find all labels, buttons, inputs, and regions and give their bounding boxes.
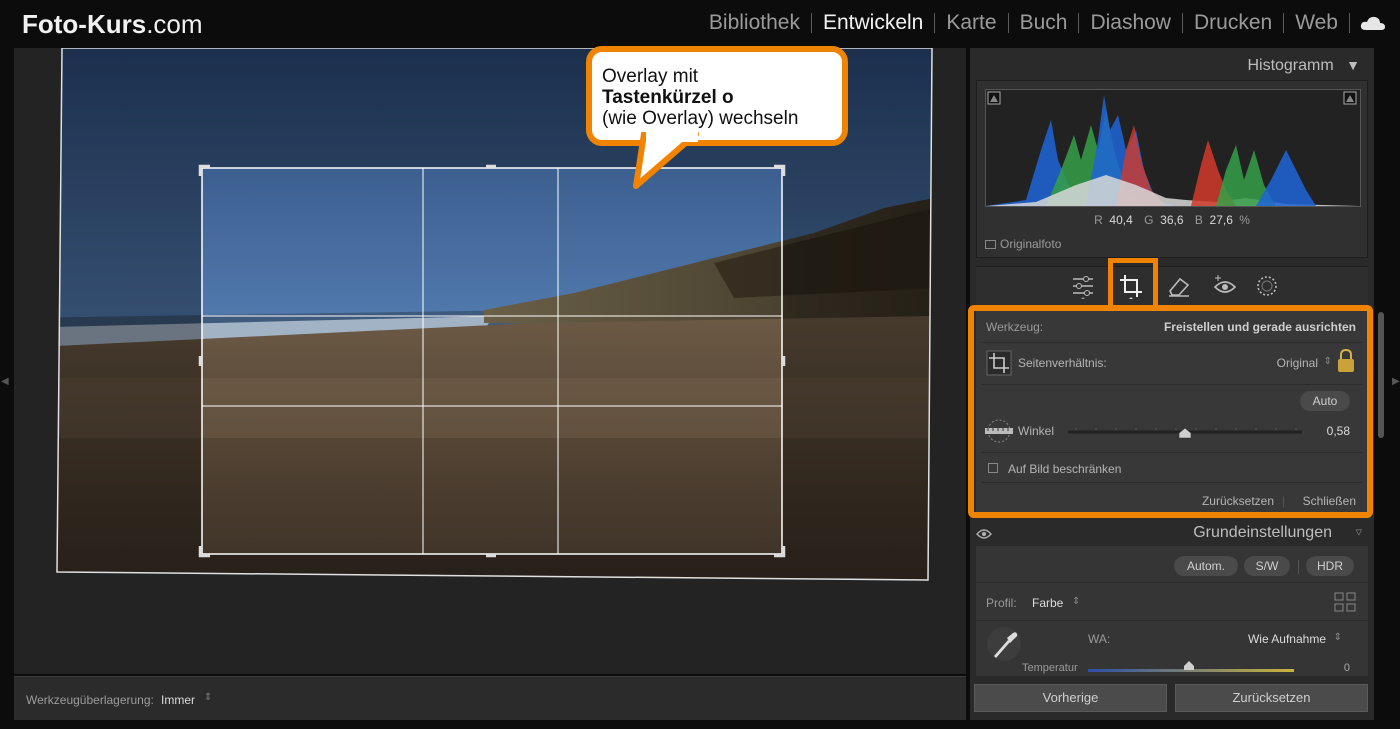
constrain-label: Auf Bild beschränken <box>1008 462 1122 476</box>
hdr-button[interactable]: HDR <box>1306 556 1354 576</box>
angle-value[interactable]: 0,58 <box>1327 424 1350 438</box>
action-separator: | <box>1281 494 1285 508</box>
updown-icon[interactable]: ⇕ <box>204 692 212 703</box>
panel-scrollbar[interactable] <box>1378 312 1384 438</box>
callout-line-1: Overlay mit <box>602 66 699 87</box>
basic-panel: Autom. S/W HDR Profil: Farbe ⇕ WA: Wie A… <box>976 546 1368 676</box>
aspect-select[interactable]: Original <box>1277 356 1318 370</box>
crop-close-button[interactable]: Schließen <box>1303 494 1356 508</box>
module-separator <box>1349 13 1350 33</box>
module-karte[interactable]: Karte <box>935 11 1007 35</box>
basic-title: Grundeinstellungen <box>1193 524 1332 541</box>
checkbox-icon[interactable] <box>988 463 998 473</box>
brand-logo: Foto-Kurs.com <box>22 9 203 40</box>
nav-buttons: Vorherige Zurücksetzen <box>974 684 1370 712</box>
wb-label: WA: <box>1088 632 1111 646</box>
histogram-header[interactable]: Histogramm ▼ <box>1247 57 1360 75</box>
original-photo-toggle[interactable]: Originalfoto <box>985 237 1061 251</box>
temperature-label: Temperatur <box>1022 662 1078 674</box>
previous-button[interactable]: Vorherige <box>974 684 1167 712</box>
checkbox-icon[interactable] <box>985 239 996 249</box>
eraser-icon[interactable] <box>1166 273 1192 299</box>
original-photo-label: Originalfoto <box>1000 237 1062 251</box>
lock-icon[interactable] <box>1336 348 1356 374</box>
r-value: 40,4 <box>1109 213 1133 227</box>
module-drucken[interactable]: Drucken <box>1183 11 1283 35</box>
callout-line-2: Tastenkürzel o <box>602 87 734 108</box>
module-entwickeln[interactable]: Entwickeln <box>812 11 934 35</box>
temperature-slider[interactable] <box>1088 660 1294 676</box>
reset-all-button[interactable]: Zurücksetzen <box>1175 684 1368 712</box>
cloud-icon[interactable] <box>1360 15 1386 31</box>
module-diashow[interactable]: Diashow <box>1079 11 1182 35</box>
tool-label: Werkzeug: <box>986 320 1044 334</box>
auto-button[interactable]: Auto <box>1300 391 1350 411</box>
r-label: R <box>1094 213 1103 227</box>
histogram-graph[interactable] <box>985 89 1361 207</box>
module-web[interactable]: Web <box>1284 11 1349 35</box>
brand-bold: Foto-Kurs <box>22 9 147 39</box>
redeye-icon[interactable] <box>1212 273 1238 299</box>
g-value: 36,6 <box>1160 213 1184 227</box>
left-panel-toggle-icon[interactable]: ◀ <box>1 376 9 387</box>
module-buch[interactable]: Buch <box>1009 11 1079 35</box>
updown-icon[interactable]: ⇕ <box>1324 356 1332 367</box>
brand-rest: .com <box>146 9 203 39</box>
updown-icon[interactable]: ⇕ <box>1334 632 1342 643</box>
tool-strip <box>976 266 1368 306</box>
crop-reset-button[interactable]: Zurücksetzen <box>1202 494 1274 508</box>
temperature-value[interactable]: 0 <box>1344 662 1350 674</box>
histogram-readout: R 40,4 G 36,6 B 27,6 % <box>977 213 1367 227</box>
triangle-down-icon[interactable]: ▿ <box>1355 524 1362 540</box>
mask-icon[interactable] <box>1254 273 1280 299</box>
angle-slider[interactable] <box>1066 424 1304 442</box>
callout-line-3: (wie Overlay) wechseln <box>602 108 799 129</box>
crop-panel: Werkzeug: Freistellen und gerade ausrich… <box>976 306 1368 518</box>
profile-select[interactable]: Farbe <box>1032 596 1063 610</box>
right-panel-toggle-icon[interactable]: ▶ <box>1392 376 1400 387</box>
wb-select[interactable]: Wie Aufnahme <box>1248 632 1326 646</box>
right-panel: Histogramm ▼ R 40,4 G 36,6 B 27,6 % Orig… <box>970 48 1374 720</box>
sliders-icon[interactable] <box>1070 273 1096 299</box>
bottom-toolbar: Werkzeugüberlagerung: Immer ⇕ <box>14 676 966 720</box>
b-value: 27,6 <box>1209 213 1233 227</box>
triangle-down-icon[interactable]: ▼ <box>1346 57 1360 73</box>
histogram-chart <box>986 91 1360 206</box>
crop-frame-icon[interactable] <box>986 350 1012 376</box>
tool-value: Freistellen und gerade ausrichten <box>1163 320 1356 334</box>
angle-tool-icon[interactable] <box>982 418 1016 444</box>
g-label: G <box>1144 213 1154 227</box>
basic-header[interactable]: Grundeinstellungen ▿ <box>970 522 1374 544</box>
b-label: B <box>1194 213 1203 227</box>
crop-icon[interactable] <box>1118 273 1144 299</box>
module-picker: Bibliothek Entwickeln Karte Buch Diashow… <box>698 11 1386 35</box>
percent-sign: % <box>1239 213 1250 227</box>
angle-label: Winkel <box>1018 424 1055 438</box>
profile-browser-icon[interactable] <box>1334 592 1356 612</box>
aspect-label: Seitenverhältnis: <box>1018 356 1107 370</box>
histogram-title: Histogramm <box>1247 57 1334 74</box>
callout-pointer <box>633 132 699 189</box>
overlay-select[interactable]: Immer <box>161 693 195 707</box>
eyedropper-icon[interactable] <box>986 626 1022 662</box>
overlay-label: Werkzeugüberlagerung: <box>26 693 154 707</box>
eye-icon[interactable] <box>976 528 992 540</box>
profile-label: Profil: <box>986 596 1017 610</box>
histogram-box: R 40,4 G 36,6 B 27,6 % Originalfoto <box>976 80 1368 258</box>
top-bar: Foto-Kurs.com Bibliothek Entwickeln Kart… <box>0 0 1400 48</box>
bw-button[interactable]: S/W <box>1244 556 1290 576</box>
callout-bubble: Overlay mit Tastenkürzel o (wie Overlay)… <box>586 46 848 146</box>
auto-tone-button[interactable]: Autom. <box>1174 556 1238 576</box>
updown-icon[interactable]: ⇕ <box>1072 596 1080 607</box>
module-bibliothek[interactable]: Bibliothek <box>698 11 811 35</box>
